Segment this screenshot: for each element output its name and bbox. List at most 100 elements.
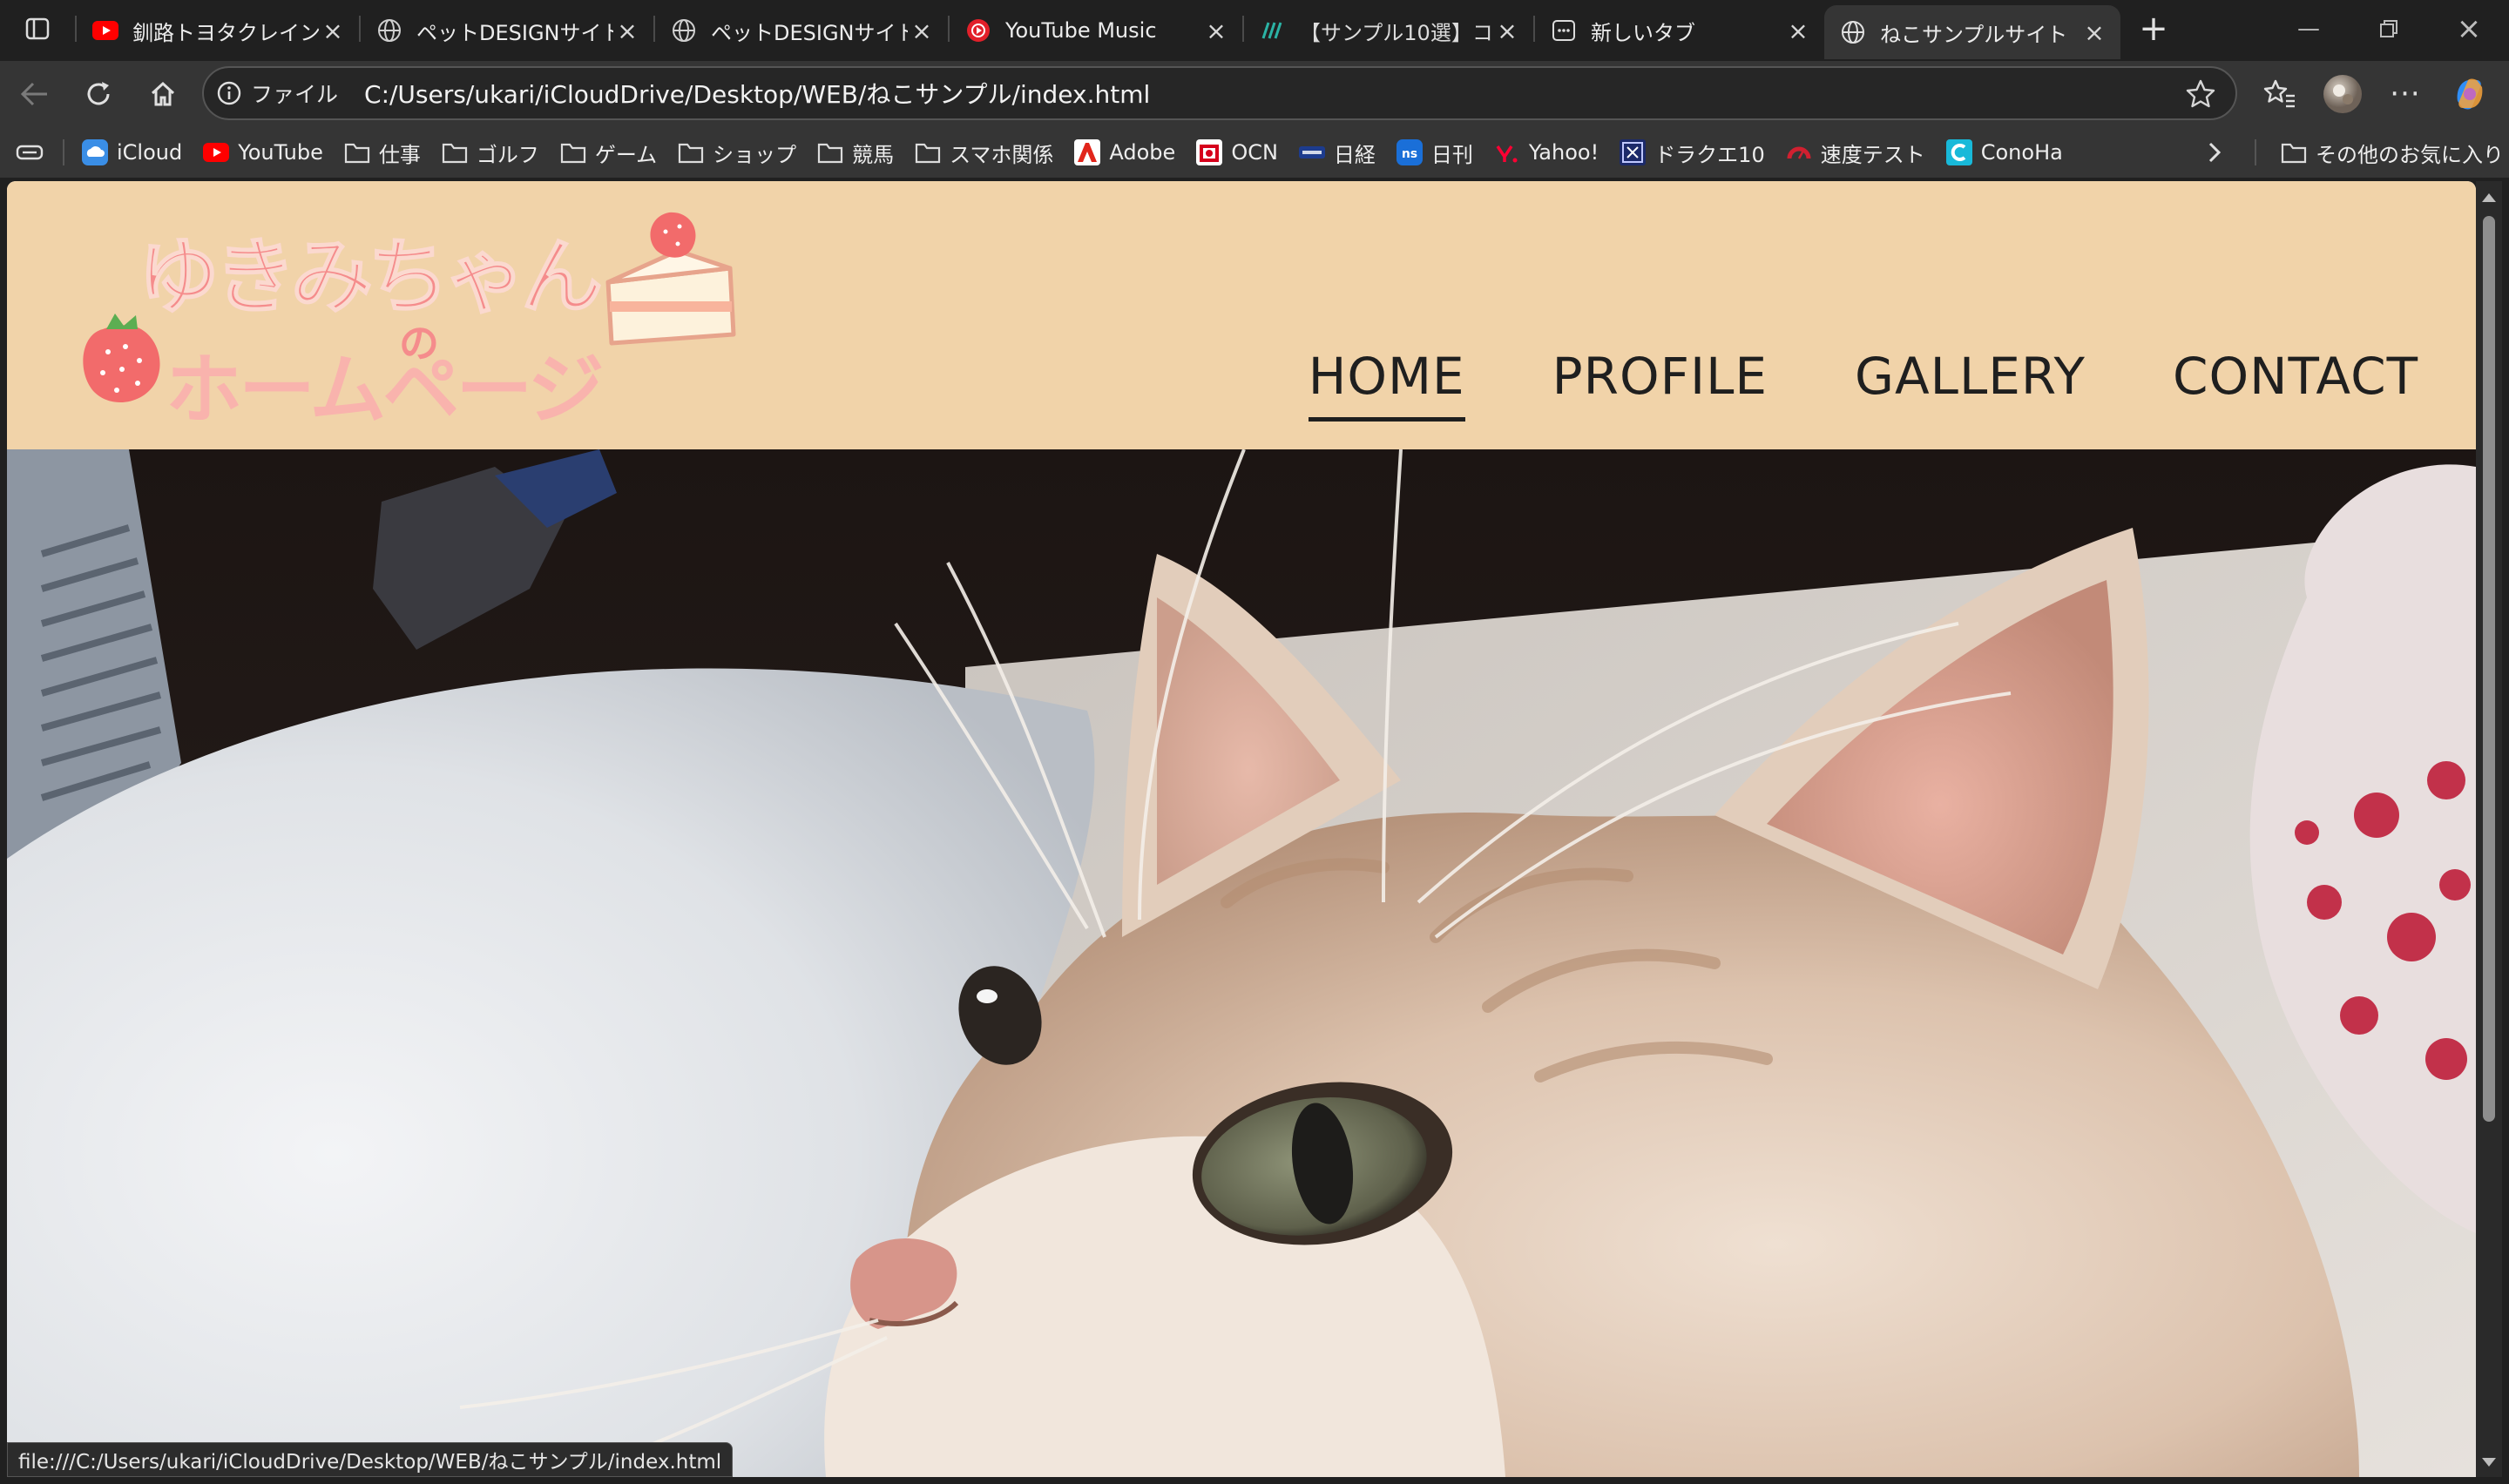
- dq10-icon: [1620, 139, 1647, 165]
- logo-line1: ゆきみちゃん: [138, 230, 600, 325]
- bookmark-folder-golf[interactable]: ゴルフ: [431, 132, 550, 173]
- close-tab-icon[interactable]: ×: [1493, 17, 1521, 45]
- folder-icon: [678, 139, 704, 165]
- home-button[interactable]: [132, 66, 193, 122]
- bookmark-label: スマホ関係: [950, 142, 1054, 167]
- scroll-down-icon: [2482, 1458, 2496, 1467]
- minimize-button[interactable]: —: [2269, 0, 2349, 57]
- scroll-up-icon: [2482, 193, 2496, 202]
- bookmark-conoha[interactable]: ConoHa: [1936, 132, 2073, 173]
- hero-cat-image: [7, 449, 2476, 1477]
- settings-menu-button[interactable]: ···: [2375, 61, 2436, 127]
- new-tab-button[interactable]: +: [2129, 4, 2178, 53]
- bookmark-nikkan[interactable]: ns 日刊: [1386, 132, 1484, 173]
- tab-5[interactable]: 新しいタブ ×: [1535, 7, 1824, 54]
- site-logo[interactable]: ゆきみちゃん の ホームページ: [68, 199, 747, 434]
- profile-button[interactable]: [2312, 61, 2373, 127]
- close-icon: ×: [2456, 11, 2482, 46]
- bookmark-label: Yahoo!: [1528, 140, 1599, 165]
- bookmark-nikkei[interactable]: 日経: [1288, 132, 1386, 173]
- bookmarks-overflow-button[interactable]: [2195, 132, 2234, 173]
- icloud-icon: [82, 139, 108, 165]
- collections-button[interactable]: [0, 132, 56, 173]
- other-bookmarks-button[interactable]: その他のお気に入り: [2270, 132, 2509, 173]
- toolbar: ファイル C:/Users/ukari/iCloudDrive/Desktop/…: [0, 61, 2509, 127]
- bookmark-youtube[interactable]: YouTube: [193, 132, 334, 173]
- address-bar[interactable]: ファイル C:/Users/ukari/iCloudDrive/Desktop/…: [202, 66, 2237, 120]
- browser-window: 釧路トヨタクレイン鳥取 × ペットDESIGNサイト × ペットDESIGNサイ…: [0, 0, 2509, 1484]
- copilot-icon: [2457, 78, 2483, 110]
- bookmark-label: Adobe: [1109, 140, 1176, 165]
- tab-0[interactable]: 釧路トヨタクレイン鳥取 ×: [77, 7, 359, 54]
- tab-title: YouTube Music: [1005, 18, 1157, 43]
- folder-icon: [344, 139, 370, 165]
- more-dots-icon: ···: [2390, 77, 2421, 111]
- bookmark-ocn[interactable]: OCN: [1186, 132, 1288, 173]
- bookmark-folder-keiba[interactable]: 競馬: [807, 132, 904, 173]
- tab-title: ねこサンプルサイト: [1880, 22, 2068, 47]
- url-text[interactable]: C:/Users/ukari/iCloudDrive/Desktop/WEB/ね…: [364, 76, 1150, 111]
- tab-3[interactable]: YouTube Music ×: [950, 7, 1242, 54]
- globe-icon: [376, 17, 402, 44]
- status-bar-url: file:///C:/Users/ukari/iCloudDrive/Deskt…: [7, 1442, 734, 1477]
- tab-actions-button[interactable]: [0, 0, 75, 57]
- bookmark-yahoo[interactable]: Yahoo!: [1484, 132, 1609, 173]
- favorite-star-icon[interactable]: [2185, 78, 2216, 113]
- scrollbar-thumb[interactable]: [2483, 216, 2495, 1122]
- tab-title: 新しいタブ: [1591, 20, 1695, 45]
- close-tab-icon[interactable]: ×: [2080, 18, 2108, 47]
- favorites-button[interactable]: [2249, 61, 2310, 127]
- info-icon: [217, 81, 241, 105]
- copilot-button[interactable]: [2439, 61, 2500, 127]
- reload-button[interactable]: [68, 66, 129, 122]
- youtube-music-icon: [965, 17, 991, 44]
- bookmark-folder-smartphone[interactable]: スマホ関係: [904, 132, 1064, 173]
- bookmark-folder-shop[interactable]: ショップ: [667, 132, 807, 173]
- bookmark-adobe[interactable]: Adobe: [1064, 132, 1186, 173]
- tab-1[interactable]: ペットDESIGNサイト ×: [361, 7, 653, 54]
- close-window-button[interactable]: ×: [2429, 0, 2509, 57]
- site-header: ゆきみちゃん の ホームページ HOME PROFILE GALLERY CON…: [7, 181, 2476, 449]
- bookmark-label: ConoHa: [1980, 140, 2063, 165]
- nav-profile[interactable]: PROFILE: [1552, 347, 1768, 425]
- tab-actions-icon: [25, 17, 50, 40]
- nikkei-icon: [1298, 139, 1325, 165]
- conoha-icon: [1945, 139, 1972, 165]
- close-tab-icon[interactable]: ×: [319, 17, 347, 45]
- close-tab-icon[interactable]: ×: [1784, 17, 1812, 45]
- restore-button[interactable]: [2349, 0, 2429, 57]
- bookmark-icloud[interactable]: iCloud: [71, 132, 193, 173]
- tab-4[interactable]: 【サンプル10選】コピペで ×: [1244, 7, 1533, 54]
- tab-title: 釧路トヨタクレイン鳥取: [132, 20, 319, 45]
- bookmark-label: 速度テスト: [1820, 142, 1925, 167]
- other-bookmarks-label: その他のお気に入り: [2316, 142, 2504, 167]
- youtube-icon: [92, 17, 118, 44]
- nav-contact[interactable]: CONTACT: [2173, 347, 2418, 425]
- back-button[interactable]: [3, 66, 64, 122]
- close-tab-icon[interactable]: ×: [908, 17, 936, 45]
- plus-icon: +: [2139, 9, 2168, 49]
- bookmark-speedtest[interactable]: 速度テスト: [1775, 132, 1936, 173]
- close-tab-icon[interactable]: ×: [1202, 17, 1230, 45]
- tab-6-active[interactable]: ねこサンプルサイト ×: [1824, 5, 2120, 59]
- chevron-right-icon: [2208, 142, 2222, 163]
- nav-gallery[interactable]: GALLERY: [1855, 347, 2086, 425]
- bookmark-folder-work[interactable]: 仕事: [334, 132, 431, 173]
- site-nav: HOME PROFILE GALLERY CONTACT: [1308, 347, 2476, 434]
- speedtest-icon: [1786, 139, 1812, 165]
- tab-2[interactable]: ペットDESIGNサイト ×: [655, 7, 948, 54]
- tab-strip: 釧路トヨタクレイン鳥取 × ペットDESIGNサイト × ペットDESIGNサイ…: [0, 0, 2509, 59]
- page-scrollbar[interactable]: [2476, 181, 2502, 1477]
- folder-icon: [817, 139, 843, 165]
- bookmark-label: ゴルフ: [476, 142, 539, 167]
- strawberry-icon: [83, 314, 160, 403]
- bookmark-folder-game[interactable]: ゲーム: [550, 132, 667, 173]
- bookmark-label: ドラクエ10: [1654, 142, 1765, 167]
- bookmark-dq10[interactable]: ドラクエ10: [1609, 132, 1775, 173]
- bookmark-label: ショップ: [713, 142, 797, 167]
- site-info-button[interactable]: ファイル: [216, 78, 338, 109]
- close-tab-icon[interactable]: ×: [613, 17, 641, 45]
- tab-title: ペットDESIGNサイト: [416, 20, 613, 45]
- bookmark-label: OCN: [1231, 140, 1278, 165]
- nav-home[interactable]: HOME: [1308, 347, 1465, 425]
